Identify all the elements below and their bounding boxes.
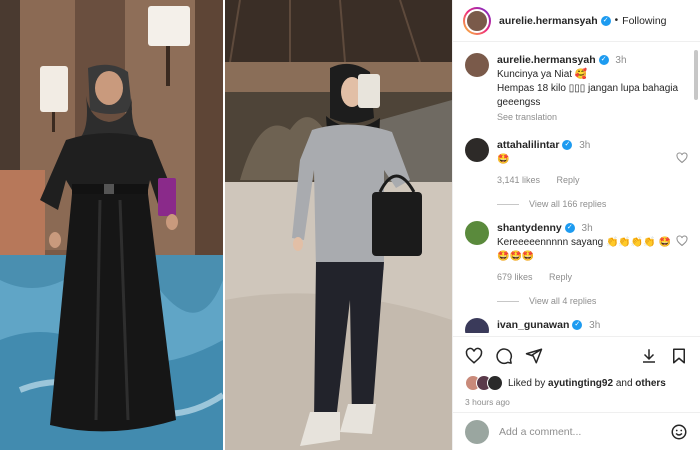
caption-time[interactable]: 3h — [615, 55, 626, 66]
view-replies-button[interactable]: View all 166 replies — [497, 199, 680, 209]
reply-button[interactable]: Reply — [549, 272, 572, 282]
see-translation-link[interactable]: See translation — [497, 110, 680, 124]
comment-meta: 3,141 likes Reply — [497, 173, 680, 187]
post-actions: Liked by ayutingting92 and others 3 hour… — [453, 336, 700, 407]
verified-icon: ✓ — [564, 223, 575, 234]
action-icon-row — [465, 345, 688, 367]
following-button[interactable]: Following — [622, 15, 666, 27]
avatar[interactable] — [465, 138, 489, 162]
liked-by-others[interactable]: others — [635, 378, 666, 389]
comment-text: 🤩 — [497, 154, 510, 165]
add-comment-input[interactable] — [499, 425, 670, 438]
comment-item: attahalilintar ✓ 3h 🤩 3,141 likes Reply — [465, 138, 688, 187]
liked-by-prefix: Liked by — [508, 377, 546, 389]
download-icon[interactable] — [640, 347, 658, 365]
comments-scrollbar[interactable] — [694, 50, 698, 100]
caption-line-2: Hempas 18 kilo ▯▯▯ jangan lupa bahagia g… — [497, 83, 679, 108]
comment-time[interactable]: 3h — [589, 320, 600, 331]
like-comment-heart-icon[interactable] — [676, 152, 688, 164]
avatar — [465, 419, 489, 444]
comment-item: ivan_gunawan ✓ 3h — [465, 318, 680, 333]
post-time[interactable]: 3 hours ago — [465, 397, 688, 407]
reply-button[interactable]: Reply — [557, 175, 580, 185]
comments-list[interactable]: aurelie.hermansyah ✓ 3h Kuncinya ya Niat … — [453, 43, 700, 333]
caption-username[interactable]: aurelie.hermansyah — [497, 54, 596, 66]
author-username[interactable]: aurelie.hermansyah — [499, 15, 598, 27]
verified-icon: ✓ — [572, 320, 583, 331]
avatar[interactable] — [465, 318, 489, 333]
add-comment-bar — [453, 412, 700, 450]
comment-time[interactable]: 3h — [582, 223, 593, 234]
comment-meta: 679 likes Reply — [497, 270, 680, 284]
separator-dot: • — [614, 15, 619, 26]
liked-by: Liked by ayutingting92 and others — [465, 375, 688, 391]
emoji-icon[interactable] — [670, 423, 688, 441]
avatar[interactable] — [465, 221, 489, 245]
comment-text: Kereeeeennnnn sayang 👏👏👏👏 🤩🤩🤩🤩 — [497, 237, 672, 262]
caption: aurelie.hermansyah ✓ 3h Kuncinya ya Niat … — [465, 53, 680, 124]
right-photo — [225, 0, 452, 450]
post-image-collage — [0, 0, 452, 450]
verified-icon: ✓ — [598, 55, 609, 66]
post-side-panel: aurelie.hermansyah ✓ • Following aurelie… — [452, 0, 700, 450]
avatar[interactable] — [465, 53, 489, 77]
comment-username[interactable]: attahalilintar — [497, 139, 559, 151]
liked-by-user[interactable]: ayutingting92 — [548, 378, 613, 389]
comment-item: shantydenny ✓ 3h Kereeeeennnnn sayang 👏👏👏… — [465, 221, 688, 284]
comment-username[interactable]: ivan_gunawan — [497, 319, 569, 331]
liker-avatars[interactable] — [465, 375, 503, 391]
comment-icon[interactable] — [495, 347, 513, 365]
like-comment-heart-icon[interactable] — [676, 235, 688, 247]
comment-username[interactable]: shantydenny — [497, 222, 562, 234]
view-replies-button[interactable]: View all 4 replies — [497, 296, 680, 306]
comment-likes[interactable]: 3,141 likes — [497, 175, 540, 185]
bookmark-icon[interactable] — [670, 347, 688, 365]
comment-time[interactable]: 3h — [579, 140, 590, 151]
post-header: aurelie.hermansyah ✓ • Following — [453, 0, 700, 42]
left-photo — [0, 0, 225, 450]
heart-icon[interactable] — [465, 347, 483, 365]
liked-by-and: and — [615, 377, 633, 389]
share-icon[interactable] — [525, 347, 543, 365]
verified-icon: ✓ — [600, 15, 611, 26]
author-avatar[interactable] — [463, 6, 491, 35]
verified-icon: ✓ — [562, 140, 573, 151]
post-photo[interactable] — [0, 0, 452, 450]
comment-likes[interactable]: 679 likes — [497, 272, 533, 282]
caption-line-1: Kuncinya ya Niat 🥰 — [497, 69, 588, 80]
